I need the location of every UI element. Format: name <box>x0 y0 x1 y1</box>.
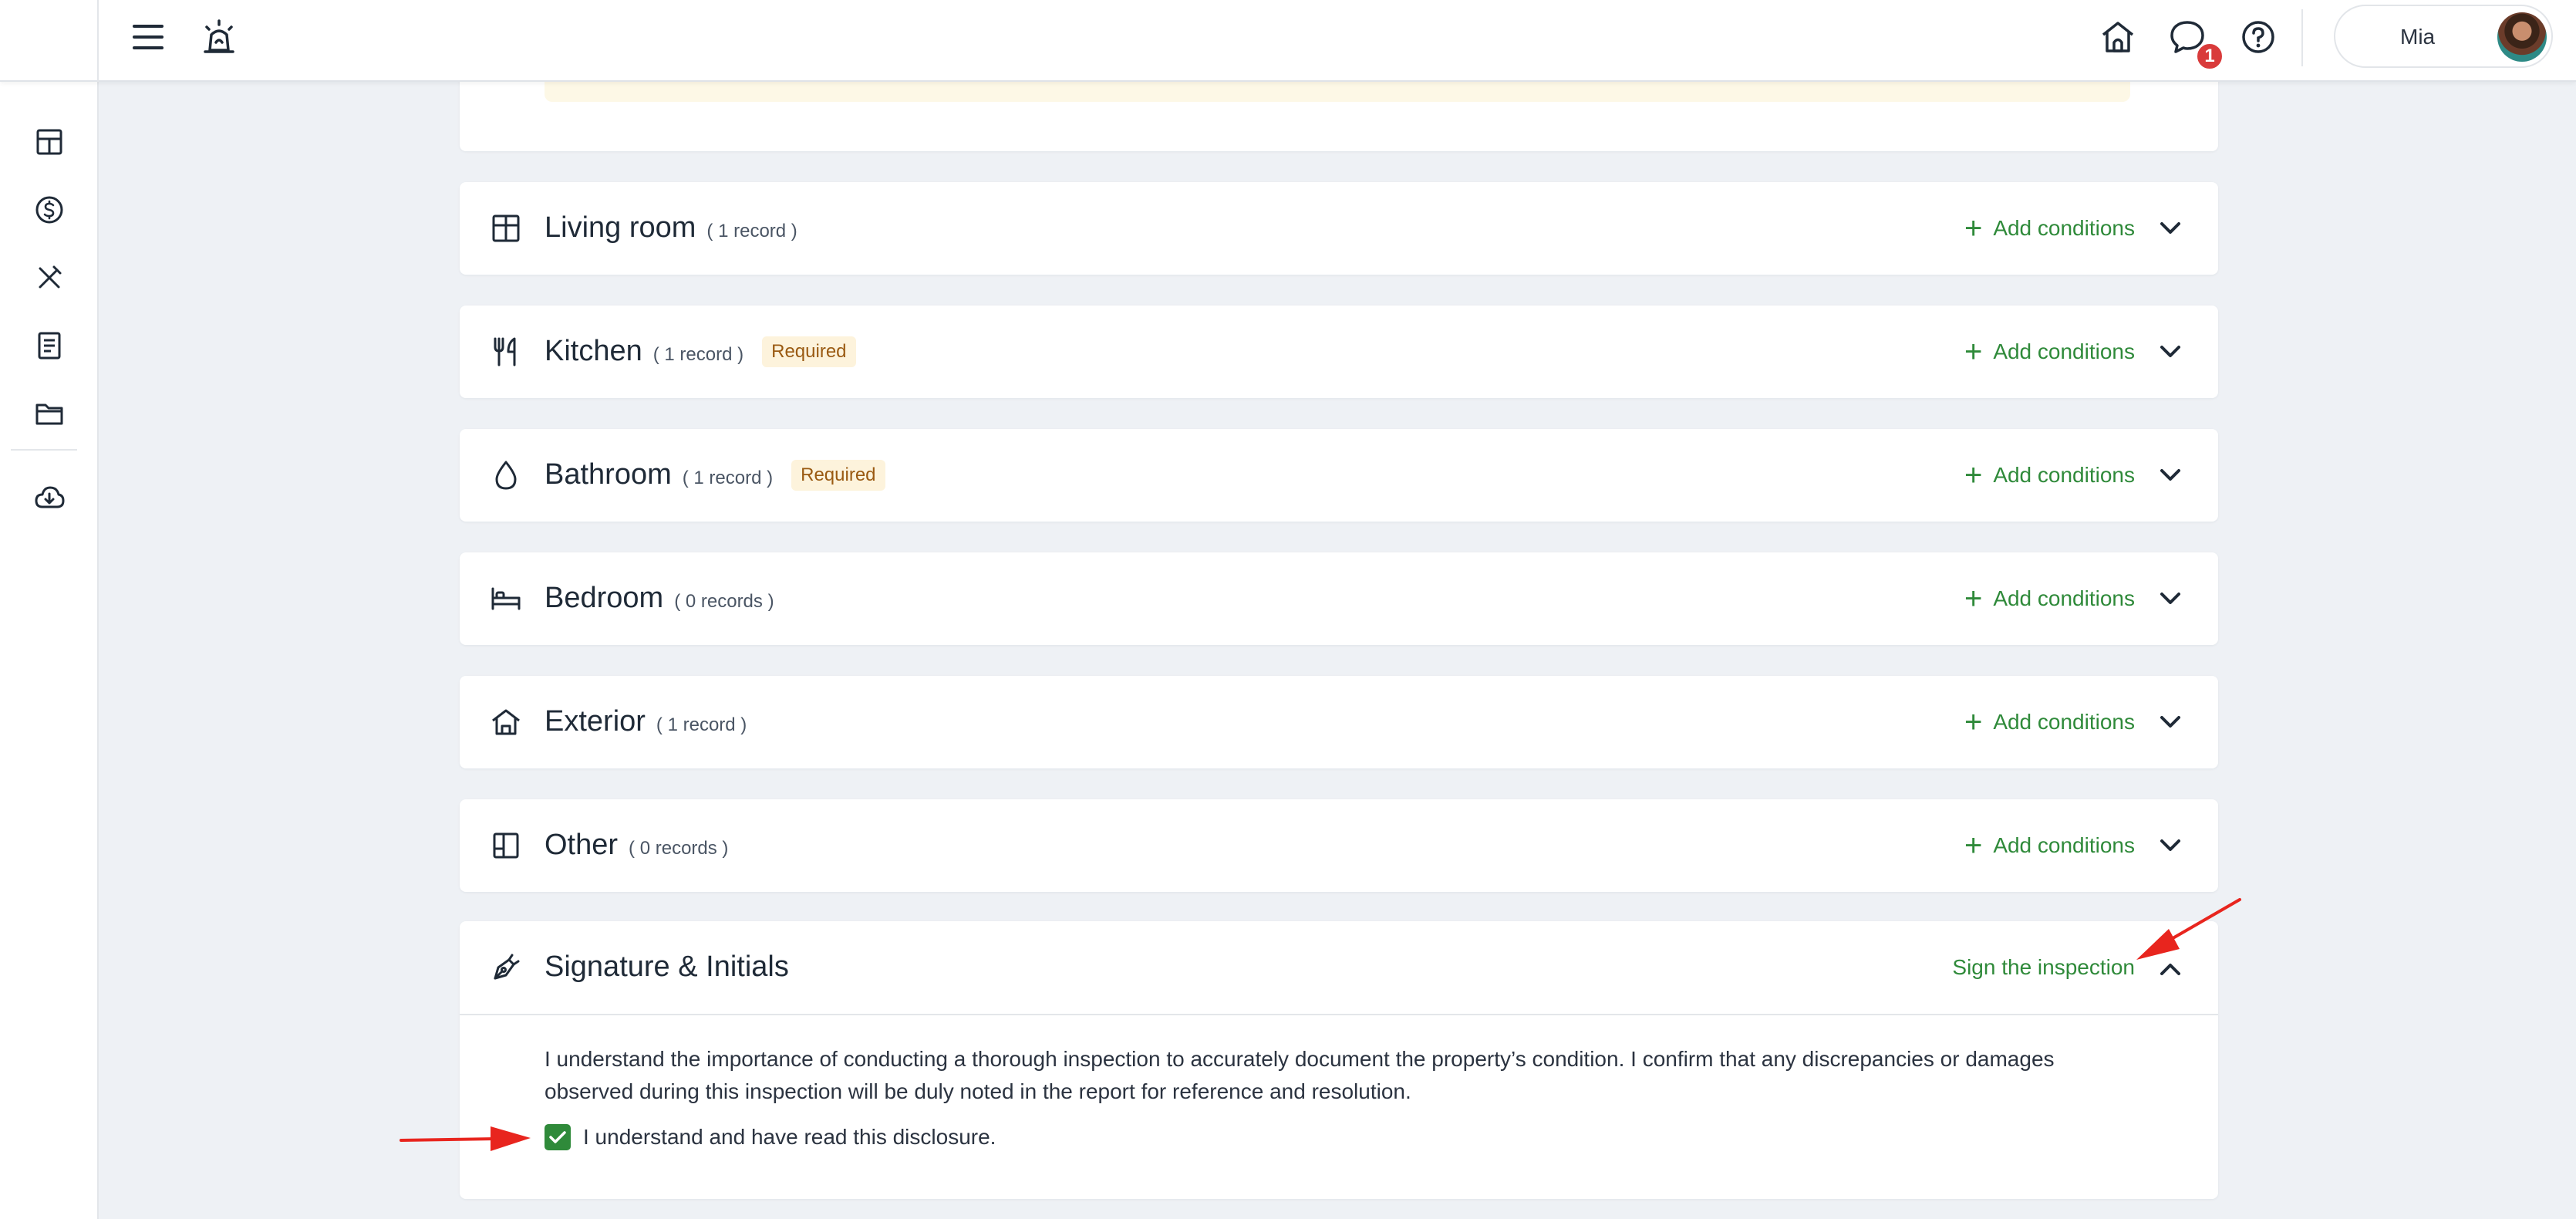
section-title: Other ( 0 records ) <box>545 829 728 862</box>
add-conditions-label: Add conditions <box>1993 339 2135 363</box>
add-conditions-button[interactable]: + Add conditions <box>1964 704 2135 741</box>
add-conditions-label: Add conditions <box>1993 586 2135 610</box>
section-name: Bathroom <box>545 458 672 491</box>
disclosure-text: I understand the importance of conductin… <box>545 1047 2055 1103</box>
sidebar-divider <box>11 449 77 451</box>
fork-knife-icon <box>487 333 524 370</box>
house-icon <box>487 704 524 741</box>
chevron-down-icon[interactable] <box>2155 707 2186 738</box>
section-signature: Signature & Initials Sign the inspection… <box>460 921 2218 1199</box>
required-badge: Required <box>762 336 856 367</box>
add-conditions-label: Add conditions <box>1993 463 2135 487</box>
section-kitchen[interactable]: Kitchen ( 1 record ) Required + Add condi… <box>460 306 2218 398</box>
tools-icon[interactable] <box>28 256 71 299</box>
sidebar <box>0 82 99 1219</box>
floor-plan-icon <box>487 827 524 864</box>
signature-title: Signature & Initials <box>545 951 789 983</box>
add-conditions-button[interactable]: + Add conditions <box>1964 457 2135 494</box>
record-count: ( 0 records ) <box>674 591 774 612</box>
bed-icon <box>487 580 524 617</box>
topbar-divider <box>97 0 99 82</box>
record-count: ( 1 record ) <box>652 344 744 365</box>
add-conditions-button[interactable]: + Add conditions <box>1964 580 2135 617</box>
section-name: Exterior <box>545 705 646 738</box>
chevron-down-icon[interactable] <box>2155 213 2186 244</box>
plus-icon: + <box>1964 829 1983 863</box>
plus-icon: + <box>1964 582 1983 616</box>
hamburger-menu-icon[interactable] <box>128 17 168 57</box>
disclosure-checkbox-row[interactable]: I understand and have read this disclosu… <box>545 1123 996 1151</box>
section-title: Kitchen ( 1 record ) Required <box>545 335 856 370</box>
section-exterior[interactable]: Exterior ( 1 record ) + Add conditions <box>460 676 2218 768</box>
avatar <box>2497 12 2547 62</box>
home-icon[interactable] <box>2096 15 2139 59</box>
add-conditions-label: Add conditions <box>1993 216 2135 240</box>
help-icon[interactable] <box>2237 15 2280 59</box>
add-conditions-label: Add conditions <box>1993 833 2135 857</box>
section-name: Kitchen <box>545 335 642 367</box>
dashboard-icon[interactable] <box>28 120 71 164</box>
section-living-room[interactable]: Living room ( 1 record ) + Add conditions <box>460 182 2218 275</box>
record-count: ( 1 record ) <box>706 221 797 241</box>
chat-notification-badge: 1 <box>2195 42 2224 71</box>
pen-nib-icon <box>487 949 524 986</box>
section-title: Signature & Initials <box>545 951 789 984</box>
section-name: Bedroom <box>545 582 664 614</box>
disclosure-checkbox[interactable] <box>545 1124 571 1150</box>
alarm-bell-icon[interactable] <box>197 15 241 59</box>
section-name: Other <box>545 829 619 861</box>
plus-icon: + <box>1964 458 1983 492</box>
record-count: ( 1 record ) <box>682 468 774 488</box>
document-icon[interactable] <box>28 324 71 367</box>
section-title: Bathroom ( 1 record ) Required <box>545 458 885 494</box>
plus-icon: + <box>1964 335 1983 369</box>
chevron-down-icon[interactable] <box>2155 336 2186 367</box>
section-title: Bedroom ( 0 records ) <box>545 582 774 615</box>
dollar-icon[interactable] <box>28 188 71 231</box>
chevron-down-icon[interactable] <box>2155 830 2186 861</box>
add-conditions-label: Add conditions <box>1993 710 2135 734</box>
signature-header[interactable]: Signature & Initials Sign the inspection <box>460 921 2218 1015</box>
checkbox-label: I understand and have read this disclosu… <box>583 1125 996 1149</box>
section-bathroom[interactable]: Bathroom ( 1 record ) Required + Add cond… <box>460 429 2218 522</box>
folder-icon[interactable] <box>28 392 71 435</box>
user-menu-button[interactable]: Mia <box>2334 5 2553 68</box>
topbar-divider-right <box>2301 9 2303 66</box>
user-name: Mia <box>2400 25 2436 49</box>
section-name: Living room <box>545 211 696 244</box>
chevron-down-icon[interactable] <box>2155 583 2186 614</box>
water-drop-icon <box>487 457 524 494</box>
layout-grid-icon <box>487 210 524 247</box>
sign-inspection-link[interactable]: Sign the inspection <box>1952 955 2135 980</box>
add-conditions-button[interactable]: + Add conditions <box>1964 210 2135 247</box>
record-count: ( 1 record ) <box>656 714 747 735</box>
plus-icon: + <box>1964 705 1983 739</box>
add-conditions-button[interactable]: + Add conditions <box>1964 333 2135 370</box>
section-title: Exterior ( 1 record ) <box>545 705 747 738</box>
record-count: ( 0 records ) <box>629 838 729 859</box>
chevron-down-icon[interactable] <box>2155 460 2186 491</box>
section-bedroom[interactable]: Bedroom ( 0 records ) + Add conditions <box>460 552 2218 645</box>
section-title: Living room ( 1 record ) <box>545 211 797 245</box>
chevron-up-icon[interactable] <box>2155 954 2186 984</box>
section-other[interactable]: Other ( 0 records ) + Add conditions <box>460 799 2218 892</box>
cloud-download-icon[interactable] <box>28 475 71 518</box>
required-badge: Required <box>791 460 885 491</box>
add-conditions-button[interactable]: + Add conditions <box>1964 827 2135 864</box>
top-bar: 1 Mia <box>0 0 2576 82</box>
plus-icon: + <box>1964 211 1983 245</box>
